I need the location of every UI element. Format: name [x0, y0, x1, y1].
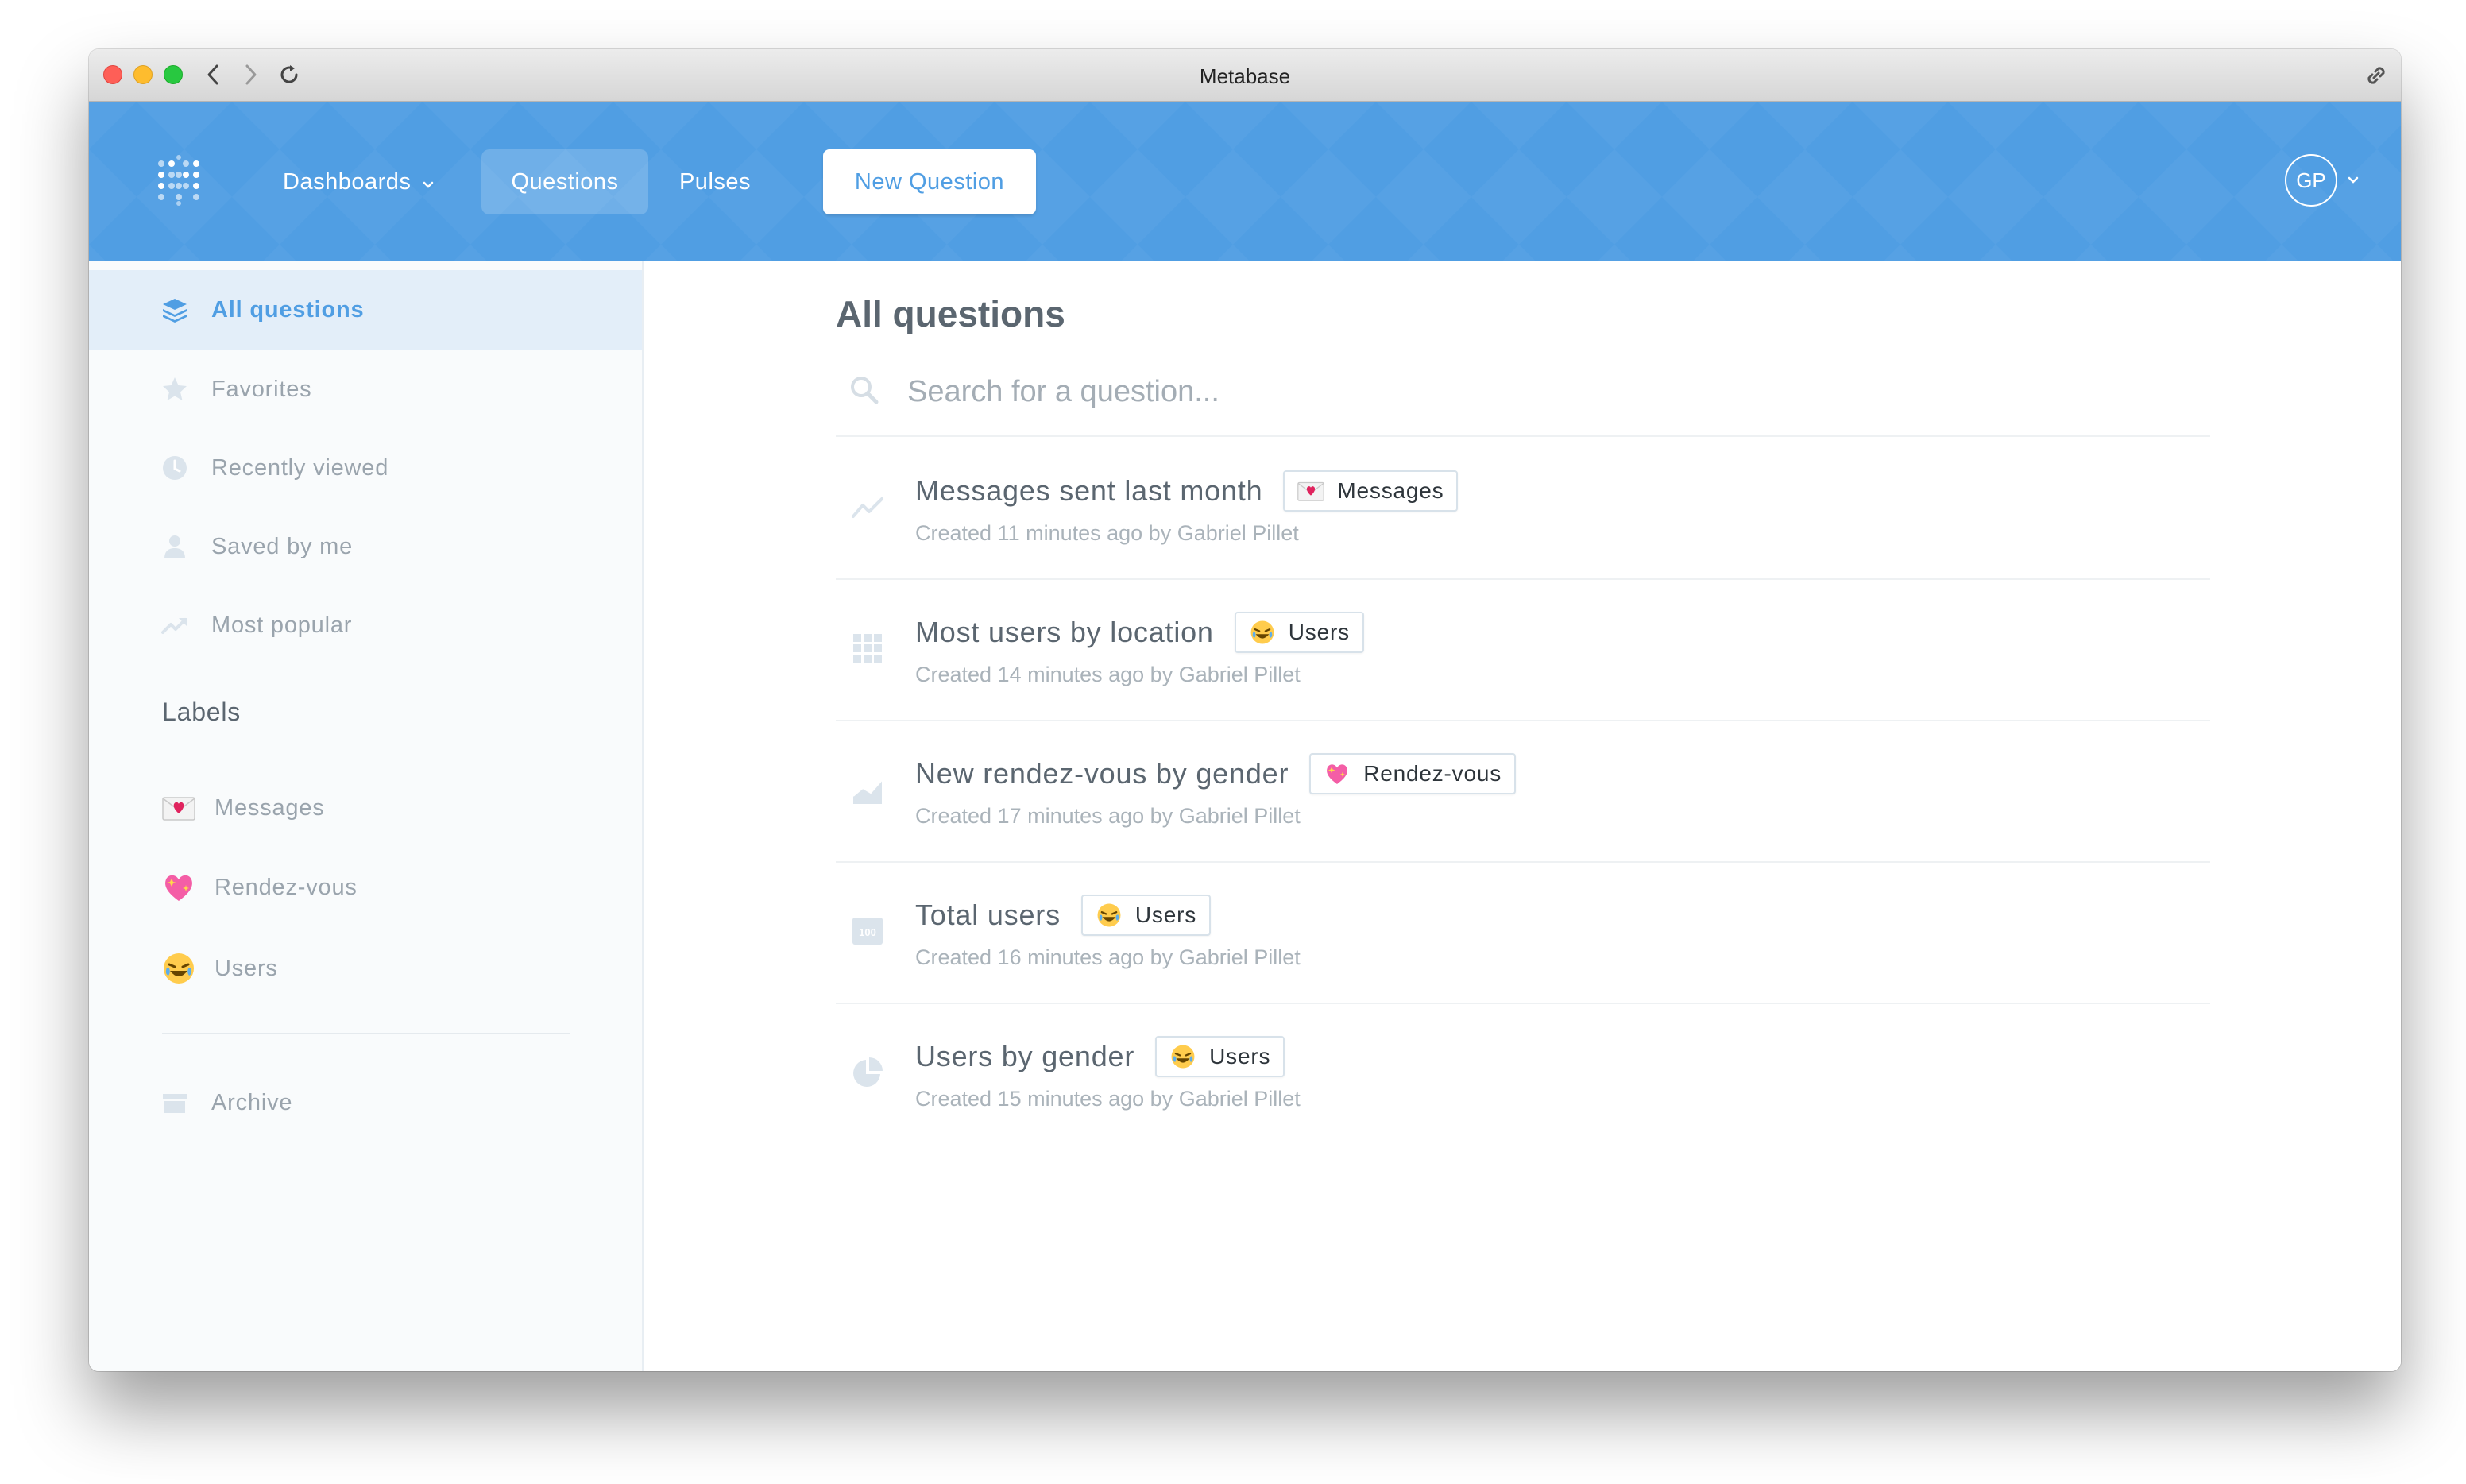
- question-title[interactable]: Messages sent last month: [915, 474, 1262, 508]
- sidebar-item-label: Archive: [211, 1089, 293, 1115]
- stack-icon: [159, 294, 191, 326]
- question-row[interactable]: Most users by location Users Created 14 …: [836, 580, 2210, 721]
- sidebar-label-text: Messages: [215, 794, 325, 821]
- sidebar-item-label: Favorites: [211, 376, 312, 402]
- question-label-badge[interactable]: Users: [1080, 895, 1212, 936]
- question-title-row: New rendez-vous by gender Rendez-vous: [915, 753, 1517, 794]
- sidebar-item-recently-viewed[interactable]: Recently viewed: [89, 428, 642, 508]
- search-icon: [848, 374, 883, 409]
- question-title[interactable]: Total users: [915, 899, 1061, 932]
- question-label-badge[interactable]: Messages: [1283, 470, 1459, 512]
- new-question-button[interactable]: New Question: [823, 149, 1036, 214]
- pie-chart-icon: [850, 1055, 885, 1090]
- question-row[interactable]: 100 Total users Users Created 16 minutes…: [836, 863, 2210, 1004]
- question-meta: Created 15 minutes ago by Gabriel Pillet: [915, 1087, 1301, 1111]
- sparkling-heart-emoji-icon: [1324, 760, 1351, 787]
- sidebar-item-most-popular[interactable]: Most popular: [89, 585, 642, 665]
- sidebar-divider: [162, 1033, 570, 1034]
- question-title[interactable]: Users by gender: [915, 1040, 1134, 1073]
- question-label-text: Users: [1288, 620, 1350, 644]
- sparkling-heart-emoji-icon: [160, 869, 197, 906]
- question-label-badge[interactable]: Users: [1155, 1036, 1285, 1077]
- page-title: All questions: [836, 293, 1065, 334]
- question-meta: Created 17 minutes ago by Gabriel Pillet: [915, 804, 1301, 828]
- question-row[interactable]: Messages sent last month Messages Create…: [836, 439, 2210, 580]
- sidebar-item-label: Most popular: [211, 612, 353, 638]
- question-title-row: Users by gender Users: [915, 1036, 1285, 1077]
- laughing-emoji-icon: [1096, 902, 1123, 929]
- trend-icon: [159, 609, 191, 641]
- scalar-icon: 100: [850, 914, 885, 949]
- sidebar-item-label: Recently viewed: [211, 454, 389, 481]
- love-letter-emoji-icon: [1297, 477, 1325, 504]
- chevron-down-icon: [422, 150, 435, 215]
- question-title-row: Most users by location Users: [915, 612, 1364, 653]
- search-bar: [836, 348, 2210, 437]
- sidebar-label-text: Rendez-vous: [215, 874, 358, 900]
- laughing-emoji-icon: [1169, 1043, 1196, 1070]
- nav-dashboards[interactable]: Dashboards: [283, 149, 466, 214]
- person-icon: [159, 531, 191, 562]
- sidebar-label-text: Users: [215, 955, 278, 981]
- question-label-badge[interactable]: Rendez-vous: [1309, 753, 1517, 794]
- sidebar-item-saved-by-me[interactable]: Saved by me: [89, 507, 642, 586]
- question-meta: Created 14 minutes ago by Gabriel Pillet: [915, 663, 1301, 686]
- app-header: Dashboards Questions Pulses New Question…: [89, 102, 2401, 261]
- question-label-text: Users: [1134, 902, 1197, 927]
- main-content: All questions Messages sent last month M…: [645, 261, 2401, 1371]
- chevron-down-icon[interactable]: [2347, 175, 2360, 189]
- question-label-badge[interactable]: Users: [1234, 612, 1364, 653]
- laughing-emoji-icon: [1249, 619, 1276, 646]
- question-title[interactable]: Most users by location: [915, 616, 1214, 649]
- question-row[interactable]: Users by gender Users Created 15 minutes…: [836, 1004, 2210, 1146]
- window-title: Metabase: [1199, 64, 1291, 88]
- nav-pulses[interactable]: Pulses: [667, 149, 763, 214]
- browser-window: Metabase Dashboards Questions Pulses New…: [89, 49, 2401, 1371]
- clock-icon: [159, 452, 191, 484]
- area-chart-icon: [850, 772, 885, 807]
- sidebar-label-rendez-vous[interactable]: Rendez-vous: [89, 852, 642, 923]
- table-icon: [850, 631, 885, 666]
- question-label-text: Users: [1209, 1044, 1271, 1069]
- question-label-text: Messages: [1337, 478, 1444, 503]
- question-title-row: Total users Users: [915, 895, 1212, 936]
- sidebar-item-label: Saved by me: [211, 533, 354, 559]
- metabase-logo-icon[interactable]: [157, 154, 200, 207]
- sidebar-item-label: All questions: [211, 296, 365, 323]
- labels-heading: Labels: [162, 698, 242, 726]
- sidebar: All questions Favorites Recently viewed …: [89, 261, 644, 1371]
- question-title[interactable]: New rendez-vous by gender: [915, 757, 1289, 790]
- scalar-icon-text: 100: [859, 926, 876, 938]
- sidebar-item-all-questions[interactable]: All questions: [89, 270, 642, 350]
- star-icon: [159, 373, 191, 405]
- link-icon[interactable]: [2363, 62, 2390, 89]
- love-letter-emoji-icon: [160, 790, 197, 826]
- sidebar-item-favorites[interactable]: Favorites: [89, 350, 642, 429]
- line-chart-icon: [850, 489, 885, 524]
- question-label-text: Rendez-vous: [1363, 761, 1502, 786]
- sidebar-label-messages[interactable]: Messages: [89, 772, 642, 844]
- archive-icon: [159, 1087, 191, 1119]
- sidebar-label-users[interactable]: Users: [89, 933, 642, 1004]
- question-title-row: Messages sent last month Messages: [915, 470, 1459, 512]
- question-row[interactable]: New rendez-vous by gender Rendez-vous Cr…: [836, 721, 2210, 863]
- title-bar: Metabase: [89, 49, 2401, 102]
- user-avatar[interactable]: GP: [2285, 154, 2337, 207]
- nav-questions[interactable]: Questions: [481, 149, 648, 214]
- nav-dashboards-label: Dashboards: [283, 169, 412, 195]
- question-meta: Created 16 minutes ago by Gabriel Pillet: [915, 945, 1301, 969]
- laughing-emoji-icon: [160, 950, 197, 987]
- question-meta: Created 11 minutes ago by Gabriel Pillet: [915, 521, 1299, 545]
- sidebar-item-archive[interactable]: Archive: [89, 1063, 642, 1142]
- search-input[interactable]: [907, 374, 2020, 409]
